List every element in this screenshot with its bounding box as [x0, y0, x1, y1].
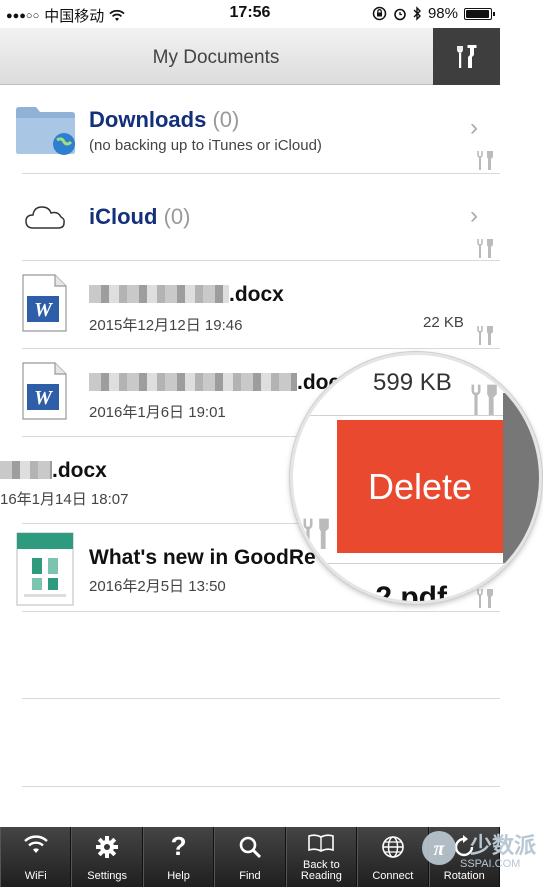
tools-small-icon[interactable] — [476, 588, 494, 608]
toolbar-label: Back to Reading — [300, 859, 342, 882]
delete-label: Delete — [367, 465, 473, 507]
toolbar-back-to-reading-button[interactable]: Back to Reading — [285, 827, 358, 887]
swipe-action-edge — [503, 393, 539, 563]
help-icon: ? — [170, 831, 187, 861]
globe-icon — [382, 836, 404, 858]
battery-percent: 98% — [427, 5, 458, 22]
svg-text:W: W — [34, 387, 53, 409]
tools-small-icon[interactable] — [476, 325, 494, 345]
file-date: 2015年12月12日 19:46 — [89, 317, 243, 334]
folder-row-downloads[interactable]: Downloads (0) (no backing up to iTunes o… — [0, 86, 500, 174]
file-name: .docx — [0, 459, 107, 483]
divider — [293, 563, 539, 564]
folder-name-downloads: Downloads — [89, 107, 207, 132]
toolbar-find-button[interactable]: Find — [214, 827, 286, 887]
rotation-lock-icon — [372, 6, 387, 21]
folder-subtitle: (no backing up to iTunes or iCloud) — [89, 137, 322, 154]
word-document-icon: W — [22, 362, 67, 420]
file-date: 16年1月14日 18:07 — [0, 491, 129, 508]
navigation-bar: My Documents — [0, 28, 500, 85]
toolbar-label: WiFi — [24, 870, 47, 882]
chevron-right-icon: › — [470, 202, 478, 229]
toolbar-label: Help — [167, 870, 190, 882]
svg-text:π: π — [434, 838, 446, 860]
word-document-icon: W — [22, 274, 67, 332]
watermark-subtext: SSPAI.COM — [460, 858, 521, 870]
magnified-file-name: .2 pdf — [367, 581, 447, 604]
file-date: 2016年2月5日 13:50 — [89, 578, 226, 595]
toolbar-settings-button[interactable]: Settings — [71, 827, 143, 887]
tools-small-icon[interactable] — [476, 238, 494, 258]
magnified-file-size: 599 KB — [373, 369, 452, 396]
redacted-text — [89, 285, 229, 303]
file-name: .docx — [89, 283, 284, 307]
wifi-icon — [23, 835, 48, 853]
folder-count: (0) — [163, 204, 191, 229]
tools-icon — [456, 44, 476, 68]
tools-button[interactable] — [433, 28, 500, 85]
chevron-right-icon: › — [470, 114, 478, 141]
tools-small-icon — [471, 384, 497, 415]
alarm-icon — [394, 8, 406, 20]
battery-icon — [464, 7, 495, 20]
redacted-text — [89, 373, 297, 391]
file-extension: .docx — [229, 283, 284, 306]
file-date: 2016年1月6日 19:01 — [89, 404, 226, 421]
divider — [22, 786, 500, 787]
folder-name-icloud: iCloud — [89, 204, 158, 229]
folder-row-icloud[interactable]: iCloud (0) › — [0, 174, 500, 260]
bluetooth-icon — [413, 6, 421, 21]
divider — [22, 611, 500, 612]
folder-title: Downloads (0) — [89, 107, 239, 133]
tools-small-icon[interactable] — [476, 150, 494, 170]
file-size: 22 KB — [423, 314, 464, 331]
status-bar: ●●●○○ 中国移动 17:56 98% — [0, 0, 500, 28]
file-name: What's new in GoodRe — [89, 546, 316, 569]
toolbar-wifi-button[interactable]: WiFi — [0, 827, 72, 887]
page-title: My Documents — [152, 47, 280, 68]
svg-text:W: W — [34, 299, 53, 321]
file-name: .doc — [89, 371, 340, 395]
watermark-text: 少数派 — [470, 833, 537, 858]
pdf-thumbnail-icon — [16, 532, 74, 606]
folder-title: iCloud (0) — [89, 204, 190, 230]
file-row[interactable]: W .docx 2015年12月12日 19:46 22 KB — [0, 261, 500, 348]
downloads-folder-icon — [16, 107, 75, 155]
magnifier-lens: 599 KB Delete .2 pdf — [290, 352, 542, 604]
cloud-icon — [25, 206, 65, 229]
book-icon — [308, 834, 335, 852]
search-icon — [239, 836, 262, 859]
toolbar-label: Connect — [372, 870, 414, 882]
file-extension: .docx — [52, 459, 107, 482]
tools-small-icon — [303, 518, 329, 549]
toolbar-label: Find — [239, 870, 261, 882]
folder-count: (0) — [212, 107, 240, 132]
toolbar-label: Settings — [87, 870, 127, 882]
gear-icon — [96, 836, 119, 858]
redacted-text — [0, 461, 52, 479]
divider — [22, 698, 500, 699]
toolbar-help-button[interactable]: ? Help — [142, 827, 215, 887]
delete-button[interactable]: Delete — [337, 420, 503, 553]
